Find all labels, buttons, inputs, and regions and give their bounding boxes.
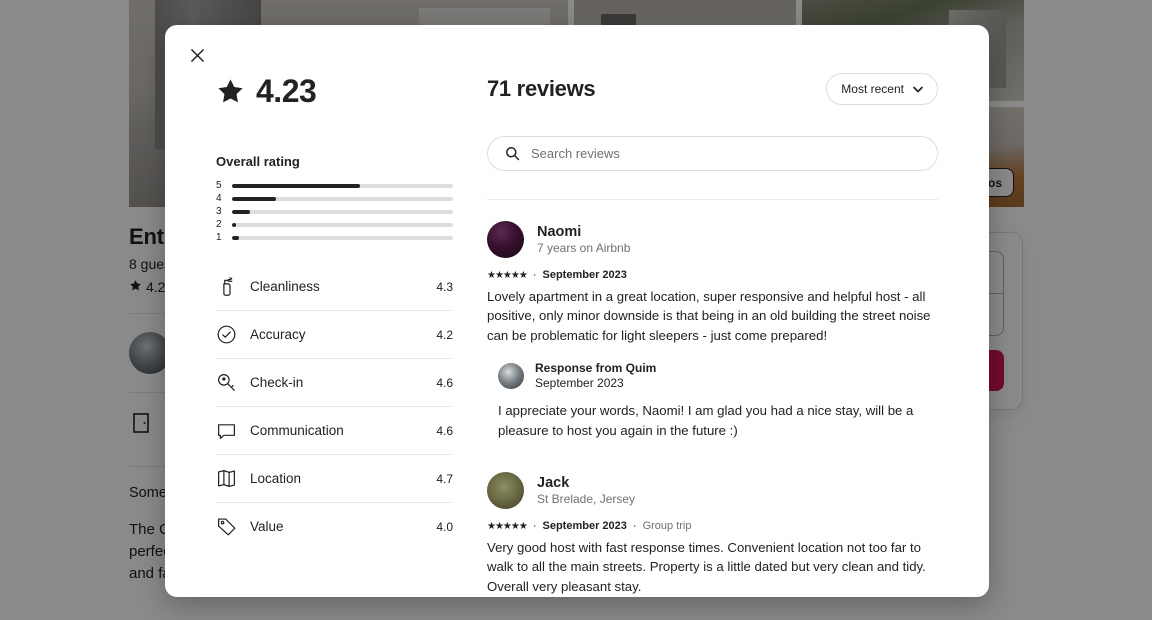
- search-input[interactable]: [531, 146, 920, 161]
- category-rating-value: 4.6: [436, 423, 453, 438]
- review-stars: ★★★★★: [487, 269, 528, 281]
- sort-reviews-label: Most recent: [841, 82, 904, 96]
- category-rating-row-check-in: Check-in 4.6: [216, 358, 453, 406]
- rating-distribution-star-label: 3: [216, 206, 222, 217]
- category-rating-value: 4.0: [436, 519, 453, 534]
- rating-distribution-track: [232, 235, 453, 240]
- reviewer-meta: St Brelade, Jersey: [537, 492, 636, 507]
- host-response-title: Response from Quim: [535, 361, 657, 376]
- rating-distribution-chart: 5 4 3 2 1: [216, 179, 453, 244]
- review-item: Naomi 7 years on Airbnb ★★★★★ · September 20…: [487, 221, 938, 468]
- rating-distribution-star-label: 4: [216, 193, 222, 204]
- quim-avatar: [498, 362, 524, 389]
- category-rating-label: Cleanliness: [250, 279, 320, 294]
- check-circle-icon: [216, 324, 237, 345]
- rating-distribution-fill: [232, 196, 277, 201]
- review-text: Lovely apartment in a great location, su…: [487, 289, 931, 343]
- key-icon: [216, 372, 237, 393]
- reviews-modal: 4.23 Overall rating 5 4 3 2 1 Cleanliness 4.3…: [165, 25, 989, 597]
- category-rating-value: 4.6: [436, 375, 453, 390]
- review-separator: ·: [632, 520, 637, 533]
- reviewer-block[interactable]: Jack St Brelade, Jersey: [487, 472, 938, 510]
- reviews-header: 71 reviews Most recent: [487, 73, 938, 105]
- category-rating-label: Check-in: [250, 375, 304, 390]
- review-separator: ·: [532, 520, 537, 533]
- overall-score-block: 4.23: [216, 73, 453, 110]
- host-response-header: Response from Quim September 2023: [498, 361, 938, 390]
- category-ratings-list: Cleanliness 4.3 Accuracy 4.2 Check-in 4.6 Comm…: [216, 267, 453, 550]
- category-rating-label: Location: [250, 471, 302, 486]
- search-icon: [505, 146, 520, 161]
- rating-distribution-fill: [232, 222, 237, 227]
- sort-reviews-dropdown[interactable]: Most recent: [826, 73, 938, 105]
- review-trip-type: Group trip: [642, 520, 692, 533]
- review-item: Jack St Brelade, Jersey ★★★★★ · September 20…: [487, 472, 938, 597]
- review-meta-line: ★★★★★ · September 2023: [487, 269, 938, 281]
- rating-distribution-track: [232, 222, 453, 227]
- reviews-count-title: 71 reviews: [487, 76, 596, 101]
- message-icon: [216, 420, 237, 441]
- star-icon: [216, 77, 245, 106]
- rating-distribution-fill: [232, 209, 250, 214]
- rating-distribution-track: [232, 183, 453, 188]
- spray-bottle-icon: [216, 276, 237, 297]
- ratings-summary-pane: 4.23 Overall rating 5 4 3 2 1 Cleanliness 4.3…: [165, 73, 487, 597]
- host-response: Response from Quim September 2023 I apprec…: [498, 361, 938, 440]
- rating-distribution-star-label: 2: [216, 219, 222, 230]
- review-text: Very good host with fast response times.…: [487, 540, 926, 594]
- rating-distribution-row: 4: [216, 192, 453, 205]
- rating-distribution-row: 2: [216, 218, 453, 231]
- category-rating-value: 4.7: [436, 471, 453, 486]
- category-rating-value: 4.2: [436, 327, 453, 342]
- review-date: September 2023: [542, 269, 627, 281]
- modal-body: 4.23 Overall rating 5 4 3 2 1 Cleanliness 4.3…: [165, 25, 989, 597]
- review-separator: ·: [532, 269, 537, 281]
- rating-distribution-row: 3: [216, 205, 453, 218]
- reviewer-name: Naomi: [537, 224, 582, 240]
- rating-distribution-row: 1: [216, 231, 453, 244]
- overall-rating-value: 4.23: [256, 73, 317, 109]
- rating-distribution-star-label: 1: [216, 232, 222, 243]
- category-rating-label: Value: [250, 519, 284, 534]
- host-response-date: September 2023: [535, 376, 624, 391]
- category-rating-row-location: Location 4.7: [216, 454, 453, 502]
- close-icon[interactable]: [181, 39, 213, 71]
- review-spacer: [487, 440, 938, 468]
- category-rating-row-accuracy: Accuracy 4.2: [216, 310, 453, 358]
- tag-icon: [216, 516, 237, 537]
- reviewer-block[interactable]: Naomi 7 years on Airbnb: [487, 221, 938, 258]
- reviews-pane: 71 reviews Most recent Naomi7 years on A…: [487, 73, 989, 597]
- jack-avatar: [487, 472, 524, 510]
- category-rating-row-value: Value 4.0: [216, 502, 453, 550]
- rating-distribution-star-label: 5: [216, 180, 222, 191]
- rating-distribution-row: 5: [216, 179, 453, 192]
- overall-rating-heading: Overall rating: [216, 154, 300, 169]
- review-meta-line: ★★★★★ · September 2023 · Group trip: [487, 520, 938, 532]
- category-rating-value: 4.3: [436, 279, 453, 294]
- chevron-down-icon: [913, 82, 923, 96]
- reviewer-meta: 7 years on Airbnb: [537, 241, 631, 255]
- category-rating-label: Accuracy: [250, 327, 306, 342]
- rating-distribution-fill: [232, 183, 361, 188]
- review-date: September 2023: [542, 520, 627, 533]
- category-rating-label: Communication: [250, 423, 344, 438]
- reviews-list: Naomi 7 years on Airbnb ★★★★★ · September 20…: [487, 199, 938, 597]
- category-rating-row-communication: Communication 4.6: [216, 406, 453, 454]
- search-reviews-box[interactable]: [487, 136, 938, 171]
- review-stars: ★★★★★: [487, 520, 528, 532]
- rating-distribution-track: [232, 209, 453, 214]
- reviewer-name: Jack: [537, 475, 570, 492]
- map-icon: [216, 468, 237, 489]
- host-response-text: I appreciate your words, Naomi! I am gla…: [498, 403, 914, 438]
- rating-distribution-track: [232, 196, 453, 201]
- category-rating-row-cleanliness: Cleanliness 4.3: [216, 267, 453, 310]
- naomi-avatar: [487, 221, 524, 258]
- rating-distribution-fill: [232, 235, 239, 240]
